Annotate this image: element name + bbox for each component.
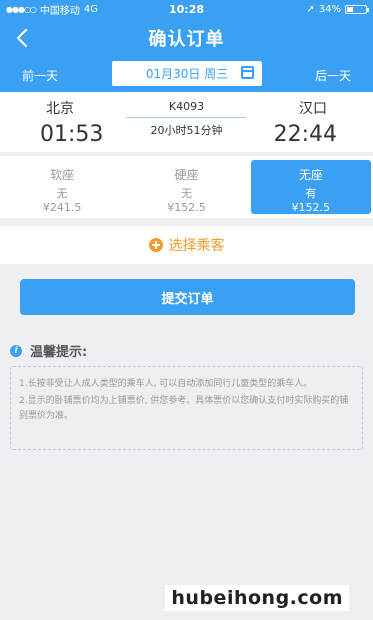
to-time: 22:44: [273, 122, 337, 147]
battery-percent: 34%: [318, 3, 341, 15]
tips-header: i 温馨提示:: [10, 341, 87, 360]
location-icon: ➚: [306, 3, 315, 15]
tip-item: 1.长按非受让人成人类型的乘车人, 可以自动添加同行儿童类型的乘车人。: [19, 379, 313, 389]
seat-price: ¥152.5: [291, 201, 331, 214]
submit-order-button[interactable]: 提交订单: [20, 279, 355, 315]
nav-bar: 确认订单: [0, 18, 373, 58]
status-bar: ●●●○○ 中国移动 4G 10:28 ➚ 34%: [0, 0, 373, 18]
prev-day-button[interactable]: 前一天: [22, 67, 58, 84]
next-day-button[interactable]: 后一天: [315, 67, 351, 84]
seat-option-standing[interactable]: 无座 有 ¥152.5: [250, 160, 371, 214]
battery-fill: [347, 6, 354, 12]
carrier-label: 中国移动: [39, 5, 80, 17]
chevron-left-icon: [16, 29, 28, 47]
train-route-line: [126, 117, 246, 118]
seat-availability: 无: [56, 187, 68, 200]
to-station: 汉口: [299, 101, 327, 117]
seat-name: 软座: [50, 168, 75, 182]
tips-box: 1.长按非受让人成人类型的乘车人, 可以自动添加同行儿童类型的乘车人。 2.显示…: [10, 366, 363, 450]
plus-circle-icon: [148, 238, 163, 252]
info-icon: i: [10, 344, 22, 357]
network-label: 4G: [83, 3, 99, 15]
seat-options: 软座 无 ¥241.5 硬座 无 ¥152.5 无座 有 ¥152.5: [0, 156, 373, 218]
seat-option-hard[interactable]: 硬座 无 ¥152.5: [126, 160, 246, 214]
battery-icon: [345, 4, 369, 14]
status-right: ➚ 34%: [306, 3, 369, 15]
tip-item: 2.显示的卧铺票价均为上铺票价, 供您参考。具体票价以您确认支付时实际购买的铺别…: [19, 396, 349, 421]
select-passenger-label: 选择乘客: [168, 238, 225, 254]
seat-price: ¥241.5: [42, 201, 82, 214]
date-picker[interactable]: 01月30日 周三: [112, 61, 262, 86]
status-left: ●●●○○ 中国移动 4G: [6, 2, 306, 17]
date-bar: 前一天 01月30日 周三 后一天: [0, 58, 373, 92]
seat-availability: 有: [305, 187, 317, 200]
date-label: 01月30日 周三: [145, 67, 229, 81]
tips-title: 温馨提示:: [30, 345, 88, 360]
seat-name: 无座: [298, 168, 323, 182]
page-title: 确认订单: [148, 29, 225, 50]
seat-availability: 无: [180, 187, 192, 200]
calendar-icon: [241, 66, 254, 79]
seat-option-soft[interactable]: 软座 无 ¥241.5: [2, 160, 122, 214]
back-button[interactable]: [10, 24, 34, 52]
train-info: 北京 01:53 K4093 20小时51分钟 汉口 22:44: [0, 92, 373, 152]
seat-price: ¥152.5: [167, 201, 206, 214]
watermark: hubeihong.com: [165, 585, 349, 611]
signal-icon: ●●●○○: [6, 4, 37, 14]
select-passenger-button[interactable]: 选择乘客: [0, 226, 373, 264]
seat-name: 硬座: [174, 168, 199, 182]
